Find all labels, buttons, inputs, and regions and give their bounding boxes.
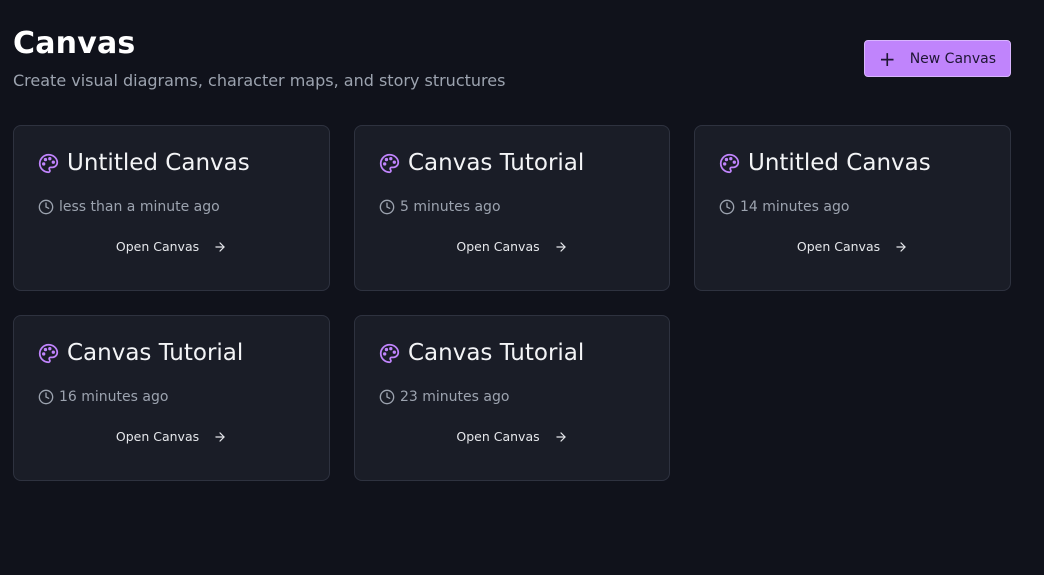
open-canvas-label: Open Canvas bbox=[796, 239, 881, 254]
plus-icon: + bbox=[878, 46, 896, 71]
card-timestamp: 23 minutes ago bbox=[379, 389, 509, 405]
card-title: Canvas Tutorial bbox=[408, 150, 585, 176]
page-title: Canvas bbox=[13, 26, 136, 61]
card-timestamp: 5 minutes ago bbox=[379, 199, 501, 215]
open-canvas-button[interactable]: Open Canvas bbox=[695, 239, 1010, 254]
new-canvas-label: New Canvas bbox=[909, 50, 997, 67]
open-canvas-label: Open Canvas bbox=[456, 239, 540, 254]
palette-icon bbox=[379, 153, 400, 173]
palette-icon bbox=[719, 153, 740, 173]
canvas-card[interactable]: Untitled Canvas 14 minutes ago Open Canv… bbox=[694, 125, 1011, 291]
open-canvas-button[interactable]: Open Canvas bbox=[355, 429, 669, 444]
card-title-row: Canvas Tutorial bbox=[379, 148, 584, 178]
canvas-card[interactable]: Canvas Tutorial 23 minutes ago Open Canv… bbox=[354, 315, 670, 481]
page-header: Canvas Create visual diagrams, character… bbox=[13, 24, 505, 92]
card-timestamp: less than a minute ago bbox=[38, 199, 220, 215]
canvas-grid: Untitled Canvas less than a minute ago O… bbox=[13, 125, 1011, 481]
card-title-row: Canvas Tutorial bbox=[38, 338, 243, 368]
card-time-text: 23 minutes ago bbox=[400, 389, 510, 405]
card-time-text: 16 minutes ago bbox=[59, 389, 169, 405]
clock-icon bbox=[38, 389, 54, 405]
clock-icon bbox=[38, 199, 54, 215]
card-title: Canvas Tutorial bbox=[67, 340, 244, 366]
arrow-right-icon bbox=[215, 431, 225, 442]
card-timestamp: 14 minutes ago bbox=[719, 199, 849, 215]
open-canvas-label: Open Canvas bbox=[115, 429, 200, 444]
open-canvas-label: Open Canvas bbox=[456, 429, 540, 444]
canvas-card[interactable]: Canvas Tutorial 16 minutes ago Open Canv… bbox=[13, 315, 330, 481]
card-title: Canvas Tutorial bbox=[408, 340, 585, 366]
arrow-right-icon bbox=[896, 241, 906, 252]
palette-icon bbox=[38, 153, 59, 173]
page-subtitle: Create visual diagrams, character maps, … bbox=[13, 71, 506, 90]
arrow-right-icon bbox=[555, 431, 566, 442]
card-time-text: 5 minutes ago bbox=[400, 199, 501, 215]
palette-icon bbox=[38, 343, 59, 363]
open-canvas-button[interactable]: Open Canvas bbox=[14, 429, 329, 444]
card-timestamp: 16 minutes ago bbox=[38, 389, 168, 405]
clock-icon bbox=[379, 199, 395, 215]
card-title-row: Untitled Canvas bbox=[719, 148, 931, 178]
open-canvas-button[interactable]: Open Canvas bbox=[355, 239, 669, 254]
new-canvas-button[interactable]: + New Canvas bbox=[864, 40, 1011, 77]
card-title: Untitled Canvas bbox=[748, 150, 931, 176]
card-title-row: Canvas Tutorial bbox=[379, 338, 584, 368]
canvas-card[interactable]: Untitled Canvas less than a minute ago O… bbox=[13, 125, 330, 291]
card-title: Untitled Canvas bbox=[67, 150, 250, 176]
card-time-text: less than a minute ago bbox=[59, 199, 220, 215]
arrow-right-icon bbox=[555, 241, 566, 252]
arrow-right-icon bbox=[215, 241, 225, 252]
clock-icon bbox=[379, 389, 395, 405]
canvas-card[interactable]: Canvas Tutorial 5 minutes ago Open Canva… bbox=[354, 125, 670, 291]
palette-icon bbox=[379, 343, 400, 363]
open-canvas-button[interactable]: Open Canvas bbox=[14, 239, 329, 254]
card-title-row: Untitled Canvas bbox=[38, 148, 250, 178]
clock-icon bbox=[719, 199, 735, 215]
open-canvas-label: Open Canvas bbox=[115, 239, 200, 254]
card-time-text: 14 minutes ago bbox=[740, 199, 850, 215]
